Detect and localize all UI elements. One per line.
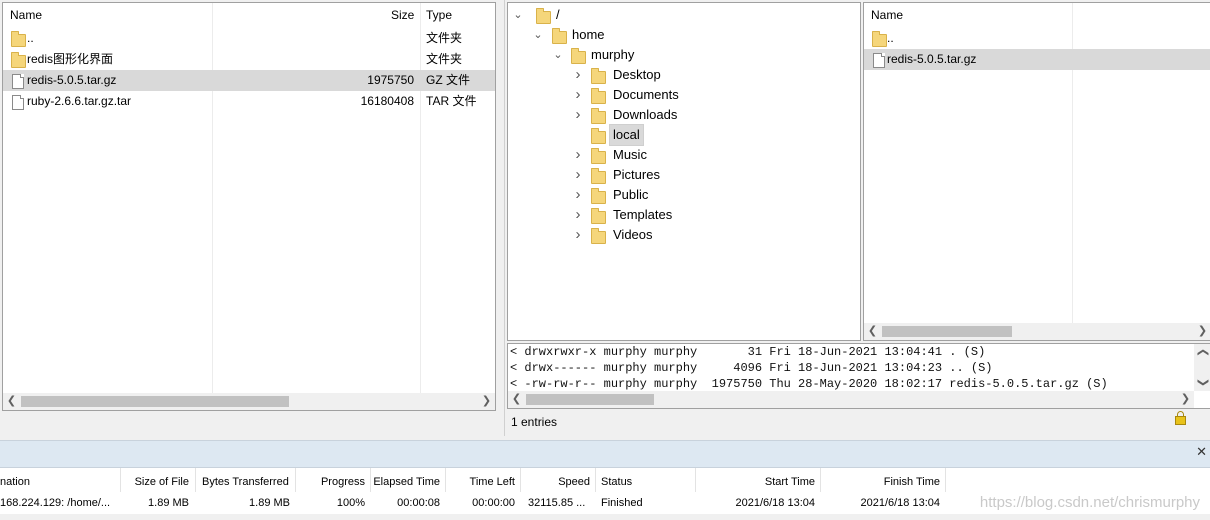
file-icon <box>12 95 24 110</box>
tree-item-label: Videos <box>613 227 653 242</box>
folder-icon <box>591 68 606 84</box>
column-header-name[interactable]: Name <box>10 3 42 28</box>
remote-file-panel: Name .. redis-5.0.5.tar.gz ❮ ❯ <box>863 2 1210 341</box>
log-line: < -rw-rw-r-- murphy murphy 1975750 Thu 2… <box>510 377 1108 391</box>
remote-horizontal-scrollbar[interactable]: ❮ ❯ <box>864 323 1210 340</box>
folder-icon <box>591 168 606 184</box>
tree-item-label: Public <box>613 187 649 202</box>
column-header-size[interactable]: Size <box>391 3 414 28</box>
folder-icon <box>591 108 606 124</box>
scroll-left-icon[interactable]: ❮ <box>3 393 20 410</box>
folder-icon <box>591 128 606 144</box>
log-vertical-scrollbar[interactable]: ❮ ❯ <box>1194 344 1210 391</box>
log-line: < drwxrwxr-x murphy murphy 31 Fri 18-Jun… <box>510 345 986 359</box>
tree-item-label: Desktop <box>613 67 661 82</box>
folder-icon <box>11 52 26 68</box>
local-row-ruby-tar[interactable]: ruby-2.6.6.tar.gz.tar 16180408 TAR 文件 <box>3 91 495 112</box>
column-header-type[interactable]: Type <box>426 3 452 28</box>
folder-icon <box>591 208 606 224</box>
scroll-left-icon[interactable]: ❮ <box>508 391 525 408</box>
tree-item-label: Music <box>613 147 647 162</box>
lock-icon <box>1175 411 1186 425</box>
chevron-right-icon[interactable]: › <box>572 225 584 245</box>
queue-close-icon[interactable]: ✕ <box>1196 444 1207 460</box>
folder-icon <box>11 31 26 47</box>
chevron-down-icon[interactable]: ⌄ <box>532 25 544 45</box>
local-file-panel: Name Size Type .. 文件夹 redis图形化界面 文件夹 red… <box>2 2 496 411</box>
chevron-right-icon[interactable]: › <box>572 105 584 125</box>
folder-icon <box>591 148 606 164</box>
scroll-up-icon[interactable]: ❮ <box>1194 344 1210 361</box>
chevron-right-icon[interactable]: › <box>572 205 584 225</box>
queue-tab-bar <box>0 440 1210 468</box>
tree-item-label: Pictures <box>613 167 660 182</box>
remote-status-bar: 1 entries <box>507 410 1210 434</box>
scroll-left-icon[interactable]: ❮ <box>864 323 881 340</box>
tree-item-label: Downloads <box>613 107 678 122</box>
transfer-log-panel: < drwxrwxr-x murphy murphy 31 Fri 18-Jun… <box>507 343 1210 409</box>
chevron-right-icon[interactable]: › <box>572 185 584 205</box>
local-row-redis-tar[interactable]: redis-5.0.5.tar.gz 1975750 GZ 文件 <box>3 70 495 91</box>
folder-icon <box>591 188 606 204</box>
log-horizontal-scrollbar[interactable]: ❮ ❯ <box>508 391 1194 408</box>
local-row-parent[interactable]: .. 文件夹 <box>3 28 495 49</box>
vertical-splitter[interactable] <box>496 0 505 436</box>
tree-item-label: local <box>609 124 644 146</box>
folder-icon <box>591 228 606 244</box>
watermark: https://blog.csdn.net/chrismurphy <box>979 494 1200 511</box>
chevron-right-icon[interactable]: › <box>572 145 584 165</box>
local-file-list: .. 文件夹 redis图形化界面 文件夹 redis-5.0.5.tar.gz… <box>3 28 495 118</box>
chevron-right-icon[interactable]: › <box>572 65 584 85</box>
folder-icon <box>552 28 567 44</box>
entries-count: 1 entries <box>511 415 558 429</box>
remote-row-redis-tar[interactable]: redis-5.0.5.tar.gz <box>864 49 1210 70</box>
file-icon <box>873 53 885 68</box>
tree-item-label: Templates <box>613 207 673 222</box>
file-icon <box>12 74 24 89</box>
scroll-right-icon[interactable]: ❯ <box>1194 323 1210 340</box>
column-header-name[interactable]: Name <box>871 3 903 28</box>
remote-row-parent[interactable]: .. <box>864 28 1210 49</box>
chevron-down-icon[interactable]: ⌄ <box>552 45 564 65</box>
remote-directory-tree: ⌄ / ⌄ home ⌄ murphy › Desktop › Documents › D… <box>507 2 861 341</box>
scroll-thumb[interactable] <box>526 394 654 405</box>
scroll-thumb[interactable] <box>882 326 1012 337</box>
folder-icon <box>872 31 887 47</box>
local-horizontal-scrollbar[interactable]: ❮ ❯ <box>3 393 495 410</box>
folder-icon <box>591 88 606 104</box>
chevron-right-icon[interactable]: › <box>572 85 584 105</box>
folder-icon <box>536 8 551 24</box>
scroll-right-icon[interactable]: ❯ <box>1177 391 1194 408</box>
scroll-right-icon[interactable]: ❯ <box>478 393 495 410</box>
folder-icon <box>571 48 586 64</box>
scroll-thumb[interactable] <box>21 396 289 407</box>
tree-item-label: Documents <box>613 87 679 102</box>
log-line: < drwx------ murphy murphy 4096 Fri 18-J… <box>510 361 993 375</box>
chevron-right-icon[interactable]: › <box>572 165 584 185</box>
local-row-redis-gui[interactable]: redis图形化界面 文件夹 <box>3 49 495 70</box>
scroll-down-icon[interactable]: ❯ <box>1194 374 1210 391</box>
chevron-down-icon[interactable]: ⌄ <box>512 5 524 25</box>
